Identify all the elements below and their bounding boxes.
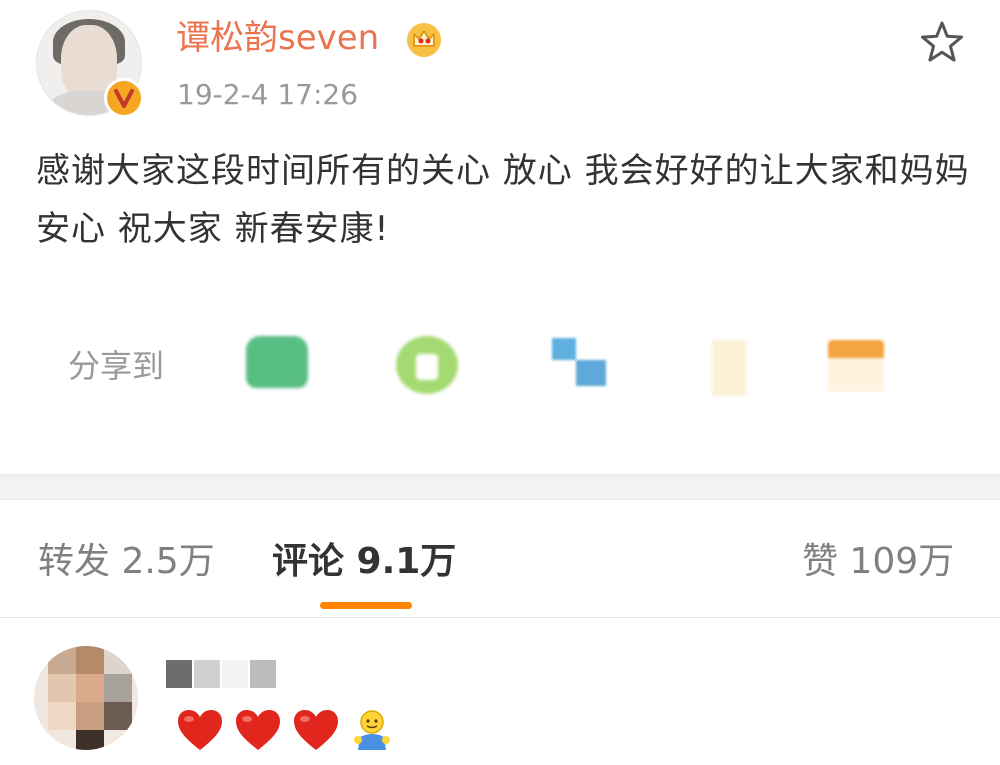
tab-like[interactable]: 赞 109万 — [802, 540, 954, 584]
wechat-icon[interactable] — [246, 336, 308, 388]
post-timestamp: 19-2-4 17:26 — [177, 78, 359, 111]
tabs-divider — [0, 617, 1000, 618]
section-divider — [0, 474, 1000, 500]
person-icon — [354, 710, 390, 750]
red-heart-icon — [178, 710, 222, 750]
moments-icon[interactable] — [396, 336, 458, 394]
commenter-name[interactable] — [166, 660, 276, 690]
author-name[interactable]: 谭松韵seven — [176, 18, 379, 58]
tab-comment[interactable]: 评论 9.1万 — [272, 540, 456, 584]
qzone-icon[interactable] — [712, 340, 746, 396]
red-heart-icon — [236, 710, 280, 750]
qq-icon[interactable] — [552, 338, 606, 386]
red-heart-icon — [294, 710, 338, 750]
crown-icon — [407, 23, 441, 57]
post-text: 感谢大家这段时间所有的关心 放心 我会好好的让大家和妈妈安心 祝大家 新春安康! — [36, 151, 970, 249]
commenter-avatar[interactable] — [34, 646, 138, 750]
verified-v-icon — [104, 78, 144, 118]
tab-repost[interactable]: 转发 2.5万 — [38, 540, 215, 584]
more-share-icon[interactable] — [828, 340, 884, 392]
comment-reactions — [176, 708, 394, 752]
star-icon[interactable] — [918, 18, 966, 66]
share-label: 分享到 — [68, 347, 165, 385]
active-tab-indicator — [320, 602, 412, 609]
